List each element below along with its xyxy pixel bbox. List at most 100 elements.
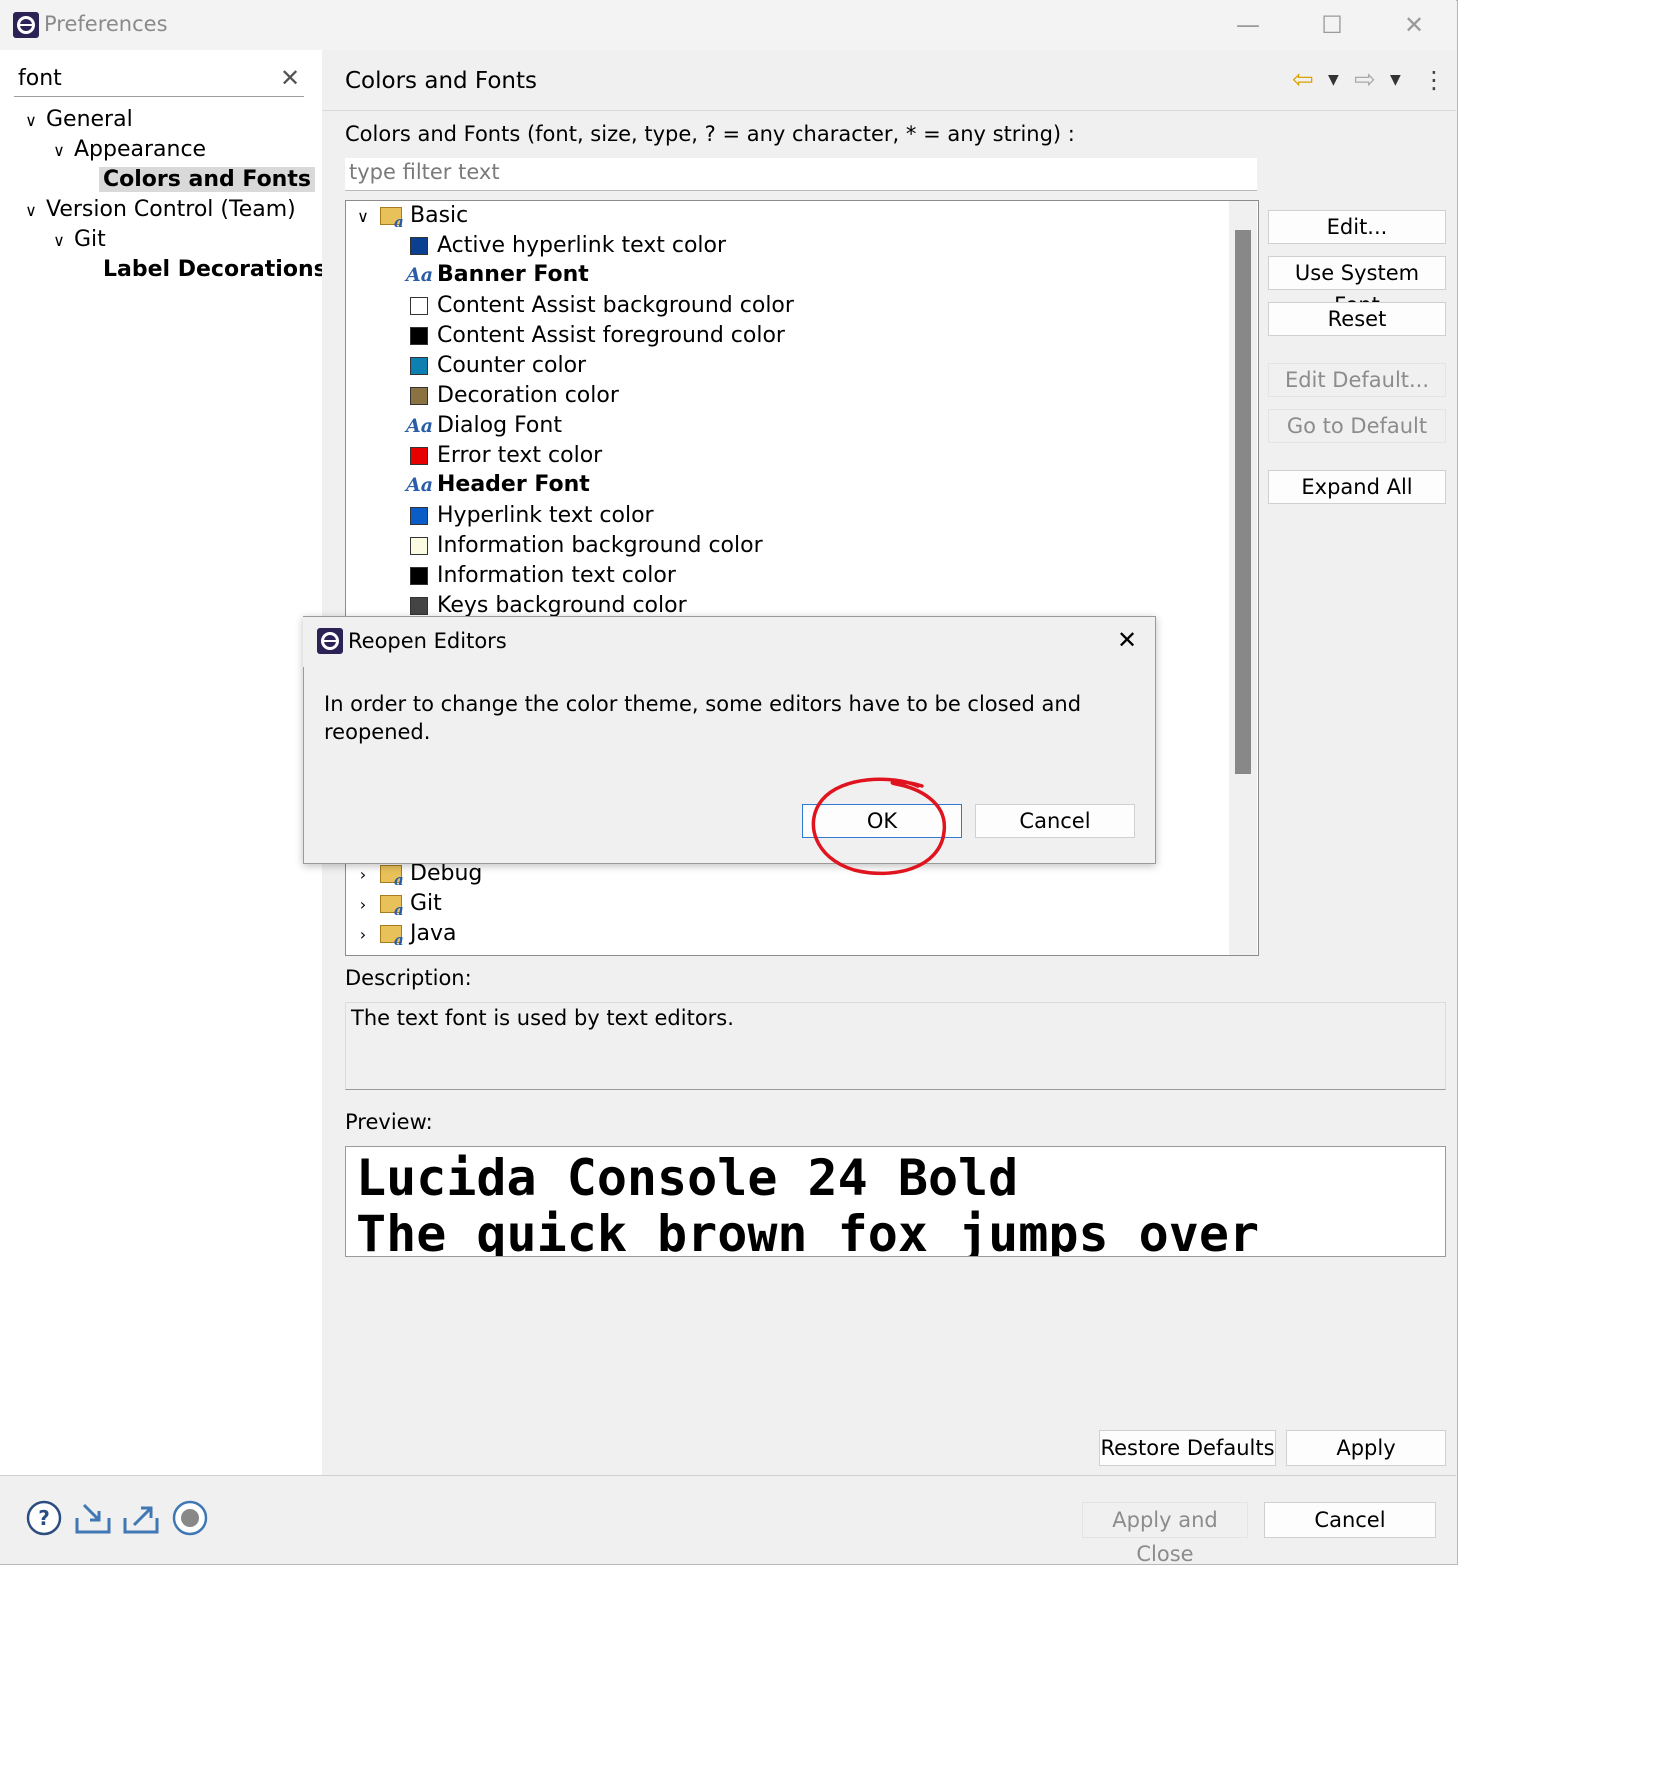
preview-line-2: The quick brown fox jumps over bbox=[356, 1205, 1260, 1257]
tree-item-colors-and-fonts[interactable]: Colors and Fonts bbox=[99, 165, 315, 195]
tree-item-banner-font[interactable]: Aa Banner Font bbox=[346, 260, 1226, 290]
color-swatch bbox=[410, 387, 428, 405]
tree-item-version-control[interactable]: ∨ Version Control (Team) bbox=[20, 195, 296, 225]
import-icon[interactable] bbox=[74, 1500, 111, 1536]
kebab-menu-icon[interactable]: ⋮ bbox=[1422, 64, 1446, 96]
window-title: Preferences bbox=[44, 12, 168, 36]
chevron-down-icon[interactable]: ∨ bbox=[48, 226, 70, 256]
filter-label: Colors and Fonts (font, size, type, ? = … bbox=[345, 122, 1075, 146]
color-swatch bbox=[410, 567, 428, 585]
record-icon[interactable] bbox=[172, 1500, 208, 1536]
tree-item-counter-color[interactable]: Counter color bbox=[346, 351, 1226, 381]
chevron-down-icon[interactable]: ∨ bbox=[352, 202, 374, 232]
tree-item-content-assist-background-color[interactable]: Content Assist background color bbox=[346, 291, 1226, 321]
dialog-message: In order to change the color theme, some… bbox=[324, 692, 1082, 744]
tree-item-content-assist-foreground-color[interactable]: Content Assist foreground color bbox=[346, 321, 1226, 351]
scrollbar-thumb[interactable] bbox=[1235, 230, 1251, 774]
tree-item-information-background-color[interactable]: Information background color bbox=[346, 531, 1226, 561]
tree-item-label: Git bbox=[74, 227, 106, 252]
description-text: The text font is used by text editors. bbox=[351, 1006, 734, 1030]
page-title: Colors and Fonts bbox=[345, 68, 537, 94]
group-label: Java bbox=[410, 921, 457, 946]
search-input-value: font bbox=[18, 66, 62, 91]
tree-item-active-hyperlink-text-color[interactable]: Active hyperlink text color bbox=[346, 231, 1226, 261]
chevron-down-icon[interactable]: ∨ bbox=[20, 196, 42, 226]
reset-button[interactable]: Reset bbox=[1268, 302, 1446, 336]
minimize-button[interactable]: — bbox=[1226, 10, 1270, 40]
description-label: Description: bbox=[345, 966, 472, 990]
back-history-dropdown-icon[interactable]: ▼ bbox=[1328, 64, 1339, 96]
tree-item-git[interactable]: ∨ Git bbox=[48, 225, 106, 255]
tree-item-label: Header Font bbox=[437, 472, 590, 497]
go-to-default-button[interactable]: Go to Default bbox=[1268, 409, 1446, 443]
chevron-right-icon[interactable]: › bbox=[352, 890, 374, 920]
edit-button[interactable]: Edit... bbox=[1268, 210, 1446, 244]
chevron-right-icon[interactable]: › bbox=[352, 920, 374, 950]
folder-icon-glyph: a bbox=[394, 871, 404, 889]
apply-and-close-button[interactable]: Apply and Close bbox=[1082, 1502, 1248, 1566]
red-annotation-circle bbox=[811, 777, 946, 876]
tree-group-java[interactable]: › a Java bbox=[352, 919, 457, 950]
color-swatch bbox=[410, 447, 428, 465]
tree-item-decoration-color[interactable]: Decoration color bbox=[346, 381, 1226, 411]
cancel-button[interactable]: Cancel bbox=[1264, 1502, 1436, 1538]
filter-placeholder: type filter text bbox=[349, 160, 500, 184]
clear-search-icon[interactable]: ✕ bbox=[278, 64, 302, 92]
tree-item-label: Content Assist foreground color bbox=[437, 323, 785, 348]
group-label: Git bbox=[410, 891, 442, 916]
font-preview: Lucida Console 24 Bold The quick brown f… bbox=[345, 1146, 1446, 1257]
svg-text:?: ? bbox=[38, 1506, 50, 1530]
tree-item-label: Decoration color bbox=[437, 383, 619, 408]
tree-item-appearance[interactable]: ∨ Appearance bbox=[48, 135, 206, 165]
tree-item-label: Information text color bbox=[437, 563, 676, 588]
color-swatch bbox=[410, 507, 428, 525]
tree-item-information-text-color[interactable]: Information text color bbox=[346, 561, 1226, 591]
preview-line-1: Lucida Console 24 Bold bbox=[356, 1149, 1019, 1207]
color-swatch bbox=[410, 357, 428, 375]
tree-group-basic[interactable]: ∨ a Basic bbox=[352, 201, 468, 232]
font-icon: Aa bbox=[406, 264, 434, 286]
chevron-down-icon[interactable]: ∨ bbox=[20, 106, 42, 136]
edit-default-button[interactable]: Edit Default... bbox=[1268, 363, 1446, 397]
forward-arrow-icon[interactable]: ⇨ bbox=[1354, 64, 1376, 96]
eclipse-logo-icon bbox=[12, 11, 40, 39]
expand-all-button[interactable]: Expand All bbox=[1268, 470, 1446, 504]
chevron-right-icon[interactable]: › bbox=[352, 860, 374, 890]
restore-defaults-button[interactable]: Restore Defaults bbox=[1099, 1430, 1276, 1466]
color-swatch bbox=[410, 297, 428, 315]
tree-item-label: Information background color bbox=[437, 533, 763, 558]
folder-icon-glyph: a bbox=[394, 931, 404, 949]
help-icon[interactable]: ? bbox=[26, 1500, 62, 1536]
tree-item-label: Banner Font bbox=[437, 262, 589, 287]
tree-item-label: Dialog Font bbox=[437, 413, 562, 438]
eclipse-logo-icon bbox=[316, 627, 344, 655]
forward-history-dropdown-icon[interactable]: ▼ bbox=[1390, 64, 1401, 96]
chevron-down-icon[interactable]: ∨ bbox=[48, 136, 70, 166]
apply-button[interactable]: Apply bbox=[1286, 1430, 1446, 1466]
dialog-title: Reopen Editors bbox=[348, 629, 507, 653]
color-swatch bbox=[410, 237, 428, 255]
folder-icon-glyph: a bbox=[394, 901, 404, 919]
header-divider bbox=[322, 110, 1456, 111]
color-swatch bbox=[410, 327, 428, 345]
dialog-cancel-button[interactable]: Cancel bbox=[975, 804, 1135, 838]
tree-item-label: Label Decorations bbox=[103, 257, 327, 282]
tree-item-label: Counter color bbox=[437, 353, 587, 378]
tree-item-hyperlink-text-color[interactable]: Hyperlink text color bbox=[346, 501, 1226, 531]
group-label: Basic bbox=[410, 203, 469, 228]
tree-item-header-font[interactable]: Aa Header Font bbox=[346, 470, 1226, 500]
tree-item-label: Version Control (Team) bbox=[46, 197, 296, 222]
tree-item-error-text-color[interactable]: Error text color bbox=[346, 441, 1226, 471]
preview-label: Preview: bbox=[345, 1110, 433, 1134]
export-icon[interactable] bbox=[122, 1500, 159, 1536]
back-arrow-icon[interactable]: ⇦ bbox=[1292, 64, 1314, 96]
use-system-font-button[interactable]: Use System Font bbox=[1268, 256, 1446, 317]
tree-item-general[interactable]: ∨ General bbox=[20, 105, 133, 135]
maximize-button[interactable]: ☐ bbox=[1310, 10, 1354, 40]
close-window-button[interactable]: ✕ bbox=[1392, 10, 1436, 40]
color-swatch bbox=[410, 537, 428, 555]
tree-group-git[interactable]: › a Git bbox=[352, 889, 442, 920]
dialog-close-icon[interactable]: ✕ bbox=[1112, 626, 1142, 654]
tree-item-dialog-font[interactable]: Aa Dialog Font bbox=[346, 411, 1226, 441]
tree-item-label-decorations[interactable]: Label Decorations bbox=[103, 255, 327, 285]
